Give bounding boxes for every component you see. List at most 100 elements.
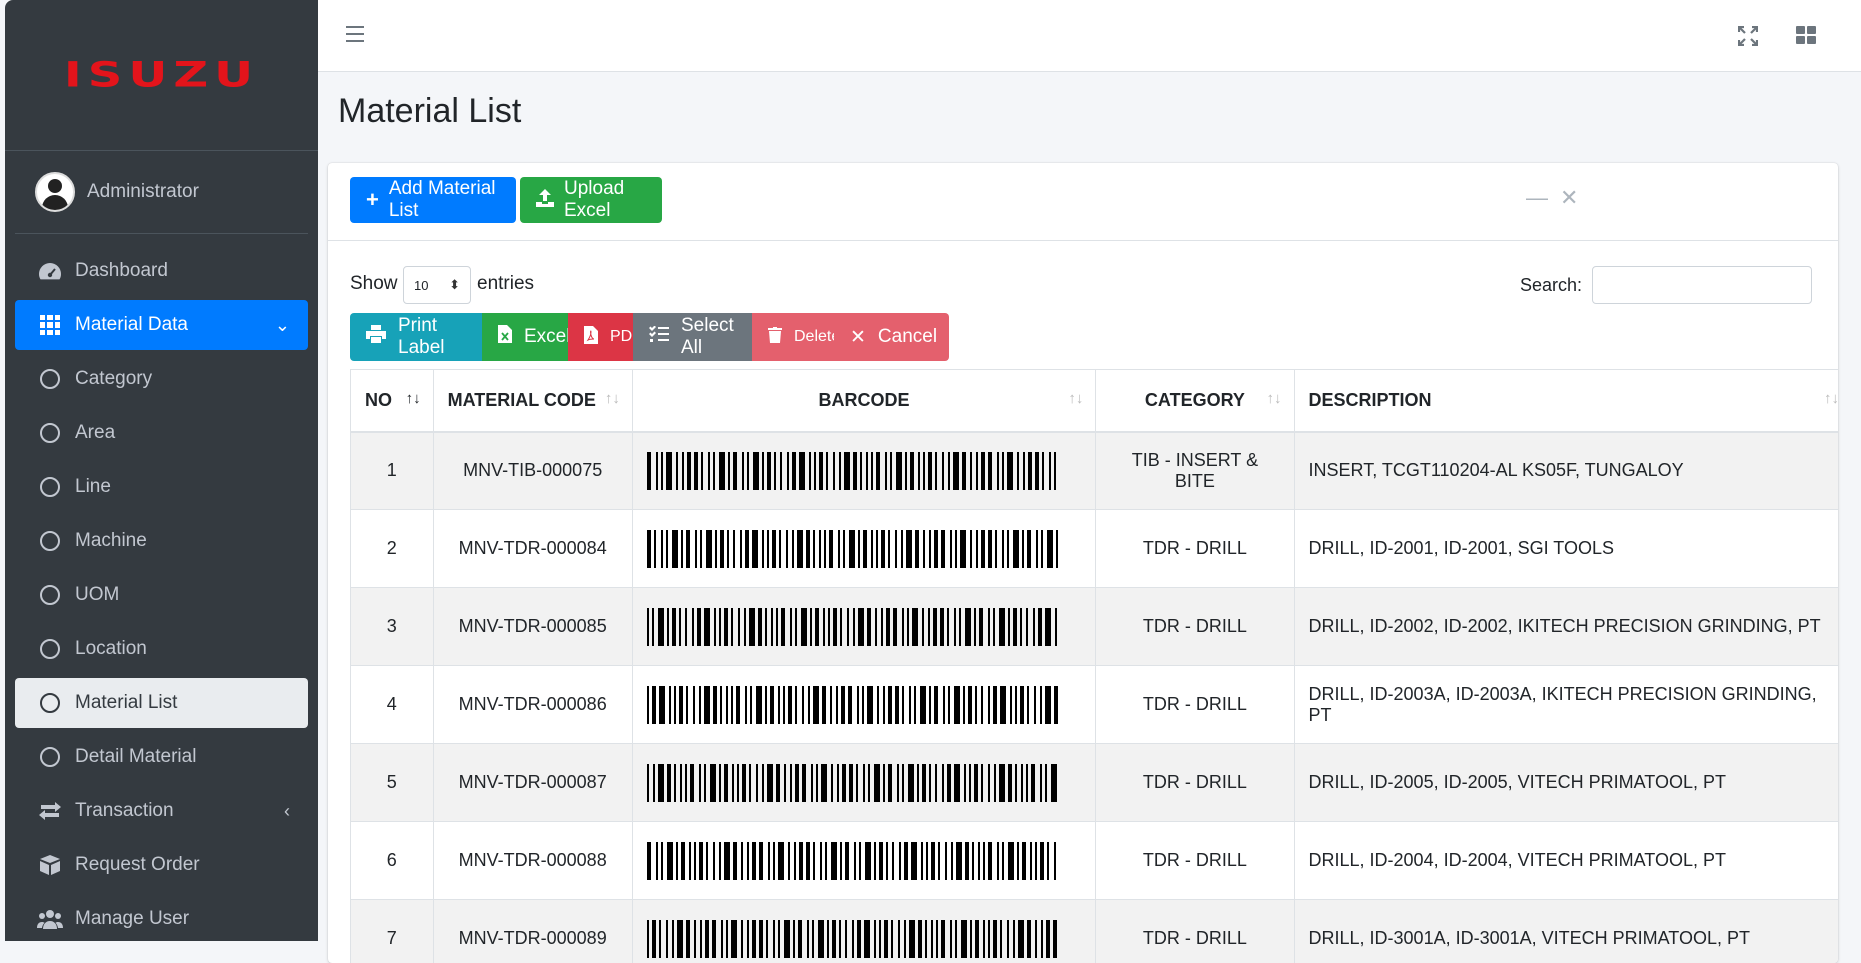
cell-barcode	[632, 588, 1096, 666]
column-header-no[interactable]: NO ↑↓	[351, 370, 434, 432]
barcode-image	[647, 764, 1065, 802]
circle-icon	[37, 692, 63, 714]
table-row[interactable]: 2MNV-TDR-000084 TDR - DRILLDRILL, ID-2001…	[351, 510, 1839, 588]
circle-icon	[37, 638, 63, 660]
table-row[interactable]: 4MNV-TDR-000086 TDR - DRILLDRILL, ID-2003…	[351, 666, 1839, 744]
sidebar-item-label: Material List	[75, 692, 177, 714]
sidebar-item-area[interactable]: Area	[15, 408, 308, 458]
excel-export-button[interactable]: Excel	[482, 313, 568, 361]
user-panel[interactable]: Administrator	[15, 151, 308, 234]
add-material-list-button[interactable]: + Add Material List	[350, 177, 516, 223]
sidebar-item-manage-user[interactable]: Manage User	[15, 894, 308, 941]
sidebar-item-dashboard[interactable]: Dashboard	[15, 246, 308, 296]
print-icon	[366, 325, 386, 349]
sidebar-item-transaction[interactable]: Transaction ‹	[15, 786, 308, 836]
sort-icon: ↑↓	[1824, 390, 1838, 407]
sidebar-item-label: Area	[75, 422, 115, 444]
cell-no: 1	[351, 432, 434, 510]
entries-select[interactable]: 10	[403, 266, 471, 304]
search-input[interactable]	[1592, 266, 1812, 304]
grid-icon	[37, 314, 63, 336]
sidebar-item-request-order[interactable]: Request Order	[15, 840, 308, 890]
sidebar-item-material-data[interactable]: Material Data ⌄	[15, 300, 308, 350]
cell-category: TIB - INSERT & BITE	[1096, 432, 1294, 510]
sidebar-item-label: Machine	[75, 530, 147, 552]
upload-excel-button[interactable]: Upload Excel	[520, 177, 662, 223]
circle-icon	[37, 476, 63, 498]
sidebar-item-label: Manage User	[75, 908, 189, 930]
upload-excel-label: Upload Excel	[564, 178, 646, 222]
close-icon[interactable]: ✕	[1560, 185, 1578, 211]
user-avatar-icon	[35, 172, 75, 212]
cell-category: TDR - DRILL	[1096, 744, 1294, 822]
column-header-barcode[interactable]: BARCODE ↑↓	[632, 370, 1096, 432]
sidebar-item-label: Request Order	[75, 854, 200, 876]
table-row[interactable]: 7MNV-TDR-000089TDR - DRILLDRILL, ID-3001…	[351, 900, 1839, 963]
column-header-description[interactable]: DESCRIPTION ↑↓	[1294, 370, 1838, 432]
barcode-image	[647, 530, 1065, 568]
table-row[interactable]: 3MNV-TDR-000085TDR - DRILLDRILL, ID-2002…	[351, 588, 1839, 666]
cell-no: 2	[351, 510, 434, 588]
add-material-list-label: Add Material List	[389, 178, 500, 222]
select-all-label: Select All	[681, 315, 736, 359]
print-label-text: Print Label	[398, 315, 466, 359]
brand[interactable]: ISUZU	[5, 0, 318, 151]
sidebar-item-label: Transaction	[75, 800, 174, 822]
page-title: Material List	[338, 92, 521, 131]
cell-material-code: MNV-TDR-000089	[433, 900, 632, 963]
barcode-image	[647, 842, 1065, 880]
cell-no: 4	[351, 666, 434, 744]
sort-icon: ↑↓	[1267, 390, 1282, 407]
sidebar-item-machine[interactable]: Machine	[15, 516, 308, 566]
cell-category: TDR - DRILL	[1096, 510, 1294, 588]
collapse-icon[interactable]: —	[1526, 185, 1548, 211]
cancel-button[interactable]: ✕ Cancel	[834, 313, 949, 361]
pdf-export-button[interactable]: PDF	[568, 313, 633, 361]
list-check-icon	[649, 326, 669, 348]
cell-material-code: MNV-TDR-000084	[433, 510, 632, 588]
sidebar-nav: Dashboard Material Data ⌄ Category Area …	[5, 234, 318, 941]
sidebar-item-category[interactable]: Category	[15, 354, 308, 404]
delete-button[interactable]: Delete	[752, 313, 834, 361]
sidebar-item-uom[interactable]: UOM	[15, 570, 308, 620]
cell-description: DRILL, ID-2003A, ID-2003A, IKITECH PRECI…	[1294, 666, 1838, 744]
material-table: NO ↑↓ MATERIAL CODE ↑↓ BARCODE ↑↓ CATE	[350, 369, 1838, 963]
cell-description: DRILL, ID-2001, ID-2001, SGI TOOLS	[1294, 510, 1838, 588]
circle-icon	[37, 746, 63, 768]
upload-icon	[536, 187, 554, 213]
table-row[interactable]: 1MNV-TIB-000075TIB - INSERT & BITEINSERT…	[351, 432, 1839, 510]
sidebar-item-location[interactable]: Location	[15, 624, 308, 674]
hamburger-menu-icon[interactable]	[346, 26, 364, 42]
plus-icon: +	[366, 187, 379, 213]
cell-material-code: MNV-TDR-000086	[433, 666, 632, 744]
select-all-button[interactable]: Select All	[633, 313, 752, 361]
cell-description: DRILL, ID-3001A, ID-3001A, VITECH PRIMAT…	[1294, 900, 1838, 963]
cell-material-code: MNV-TDR-000088	[433, 822, 632, 900]
isuzu-logo: ISUZU	[64, 55, 259, 95]
column-header-material-code[interactable]: MATERIAL CODE ↑↓	[433, 370, 632, 432]
fullscreen-icon[interactable]	[1738, 26, 1758, 52]
cell-description: DRILL, ID-2004, ID-2004, VITECH PRIMATOO…	[1294, 822, 1838, 900]
sidebar-item-material-list[interactable]: Material List	[15, 678, 308, 728]
cell-barcode	[632, 432, 1096, 510]
cell-category: TDR - DRILL	[1096, 666, 1294, 744]
table-row[interactable]: 5MNV-TDR-000087TDR - DRILLDRILL, ID-2005…	[351, 744, 1839, 822]
print-label-button[interactable]: Print Label	[350, 313, 482, 361]
cell-barcode	[632, 744, 1096, 822]
table-row[interactable]: 6MNV-TDR-000088TDR - DRILLDRILL, ID-2004…	[351, 822, 1839, 900]
control-sidebar-icon[interactable]	[1796, 26, 1816, 44]
column-header-category[interactable]: CATEGORY ↑↓	[1096, 370, 1294, 432]
sort-icon: ↑↓	[1068, 390, 1083, 407]
cell-description: INSERT, TCGT110204-AL KS05F, TUNGALOY	[1294, 432, 1838, 510]
sidebar-item-label: Detail Material	[75, 746, 196, 768]
cell-no: 5	[351, 744, 434, 822]
datatable-buttons: Print Label Excel PDF Select All	[350, 313, 949, 361]
sidebar-item-line[interactable]: Line	[15, 462, 308, 512]
tachometer-icon	[37, 260, 63, 282]
sidebar-item-detail-material[interactable]: Detail Material	[15, 732, 308, 782]
file-pdf-icon	[584, 326, 598, 349]
cell-barcode	[632, 666, 1096, 744]
cell-material-code: MNV-TDR-000085	[433, 588, 632, 666]
sidebar-item-label: Category	[75, 368, 152, 390]
top-navbar	[318, 0, 1861, 72]
